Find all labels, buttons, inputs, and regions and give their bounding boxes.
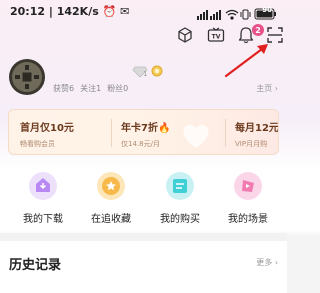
quick-action-download[interactable]: 我的下载: [13, 172, 73, 225]
status-bar-left: 20:12 | 142K/s ⏰ ✉: [10, 5, 129, 18]
stat-followers[interactable]: 粉丝0: [107, 83, 128, 94]
chevron-right-icon: ›: [274, 258, 278, 267]
stat-following[interactable]: 关注1: [80, 83, 101, 94]
vip-divider: [111, 119, 112, 147]
quick-action-label: 在追收藏: [91, 214, 131, 225]
vip-divider: [225, 119, 226, 147]
history-more-label: 更多: [256, 258, 273, 267]
alarm-icon: ⏰: [102, 5, 117, 18]
vip-item-title: 年卡7折: [121, 123, 158, 134]
level-badge: 1: [143, 70, 148, 78]
heart-decoration-icon: [183, 124, 209, 148]
section-divider: [0, 233, 287, 241]
coin-avatar-image: [10, 60, 44, 94]
vip-item-subtitle: 仅14.8元/月: [121, 140, 160, 148]
quick-action-label: 我的场景: [228, 214, 268, 225]
vip-card: 首月仅10元 畅看购会员 年卡7折🔥 仅14.8元/月 每月12元 VIP月月购: [8, 109, 279, 155]
avatar[interactable]: [9, 59, 45, 95]
purchase-icon: [166, 172, 194, 200]
stat-likes[interactable]: 获赞6: [53, 83, 74, 94]
cube-icon: [178, 27, 192, 43]
vip-item-first-month[interactable]: 首月仅10元 畅看购会员: [9, 110, 109, 154]
signal-icon: [197, 10, 221, 20]
message-icon: ✉: [120, 5, 130, 18]
star-icon: [97, 172, 125, 200]
chevron-right-icon: ›: [274, 84, 278, 93]
flame-icon: 🔥: [157, 123, 171, 134]
network-speed: 142K/s: [56, 5, 99, 18]
quick-action-purchase[interactable]: 我的购买: [150, 172, 210, 225]
quick-action-scene[interactable]: 我的场景: [218, 172, 278, 225]
download-icon: [29, 172, 57, 200]
vip-item-title: 每月12元: [235, 123, 279, 134]
quick-action-label: 我的下载: [23, 214, 63, 225]
wifi-icon: [225, 9, 239, 20]
quick-action-label: 我的购买: [160, 214, 200, 225]
history-more-link[interactable]: 更多 ›: [256, 257, 278, 268]
scene-icon: [234, 172, 262, 200]
history-title: 历史记录: [9, 258, 62, 273]
status-separator: |: [48, 5, 57, 18]
homepage-label: 主页: [256, 84, 273, 93]
vip-item-subtitle: 畅看购会员: [20, 140, 55, 148]
vip-item-title: 首月仅10元: [20, 123, 74, 134]
status-time: 20:12: [10, 5, 46, 18]
battery-level: 90: [262, 6, 272, 14]
vip-item-subtitle: VIP月月购: [235, 140, 268, 148]
cube-button[interactable]: [176, 26, 194, 44]
profile-stats: 获赞6 关注1 粉丝0: [53, 83, 128, 94]
homepage-link[interactable]: 主页 ›: [256, 83, 278, 94]
annotation-arrow: [224, 44, 268, 78]
vibrate-icon: [240, 9, 251, 20]
medal-icon[interactable]: [151, 63, 163, 82]
quick-action-favorites[interactable]: 在追收藏: [81, 172, 141, 225]
notification-badge: 2: [252, 24, 264, 36]
vip-item-monthly[interactable]: 每月12元 VIP月月购: [227, 110, 279, 154]
